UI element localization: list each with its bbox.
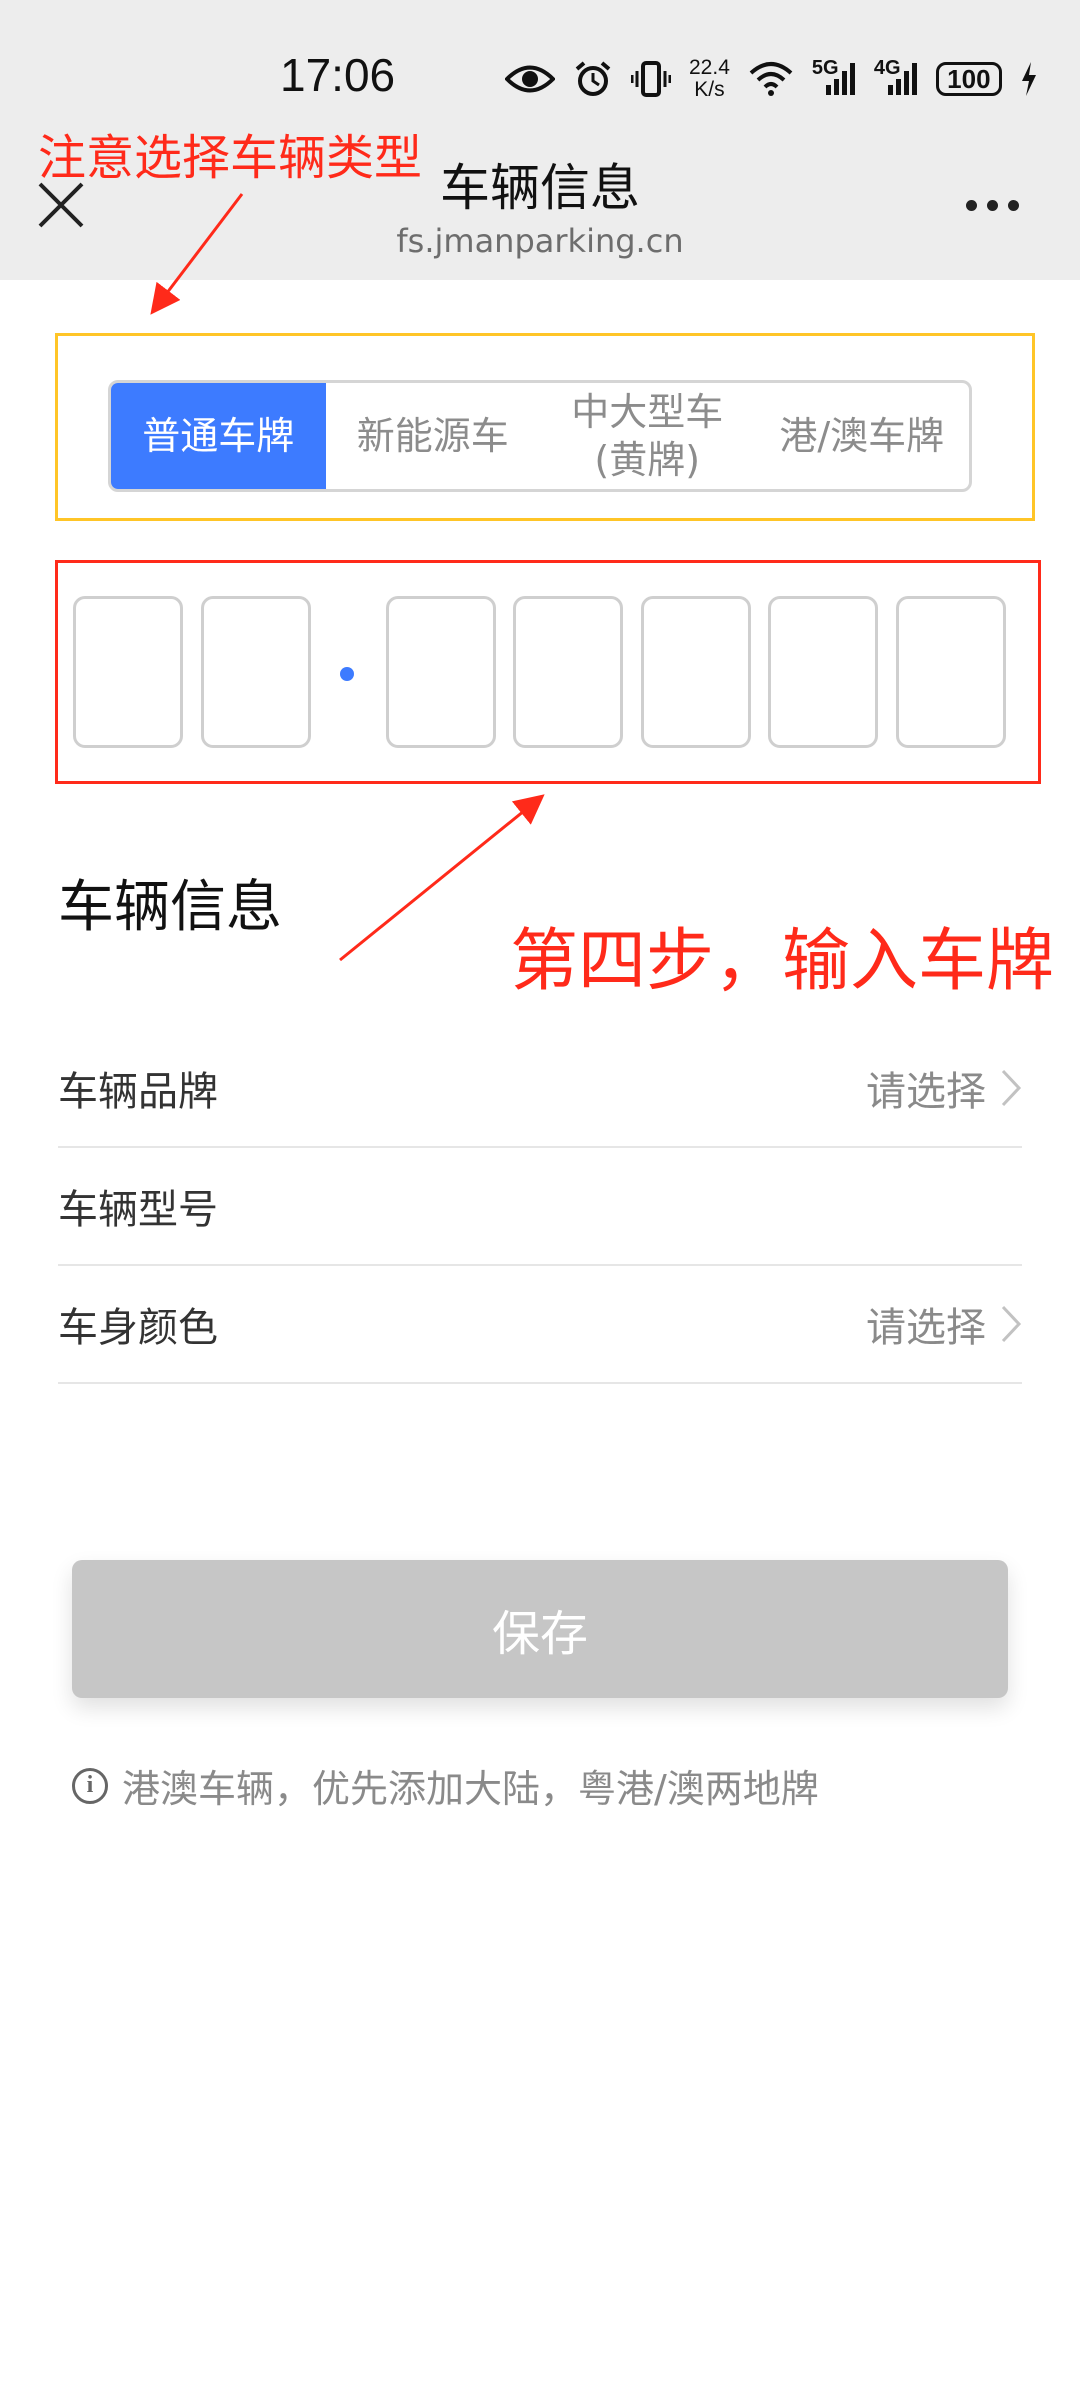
save-button[interactable]: 保存	[72, 1560, 1008, 1698]
tip-note: i 港澳车辆，优先添加大陆，粤港/澳两地牌	[72, 1758, 819, 1813]
tip-text: 港澳车辆，优先添加大陆，粤港/澳两地牌	[122, 1767, 819, 1811]
color-placeholder: 请选择	[866, 1305, 986, 1351]
plate-type-selector: 普通车牌 新能源车 中大型车 (黄牌) 港/澳车牌	[108, 380, 972, 492]
speed-unit: K/s	[694, 78, 725, 101]
color-row[interactable]: 车身颜色 请选择	[58, 1266, 1022, 1384]
network-5g-label: 5G	[811, 57, 839, 79]
signal-4g-icon: 4G	[874, 57, 918, 97]
signal-5g-icon: 5G	[812, 57, 856, 97]
section-title: 车辆信息	[58, 875, 282, 940]
tab-large-vehicle[interactable]: 中大型车 (黄牌)	[540, 383, 755, 489]
page-url: fs.jmanparking.cn	[396, 222, 684, 260]
model-row[interactable]: 车辆型号	[58, 1148, 1022, 1266]
plate-char-input-3[interactable]	[386, 596, 496, 748]
vibrate-icon	[631, 59, 671, 99]
brand-select[interactable]: 请选择	[866, 1059, 1022, 1117]
wifi-icon	[748, 61, 794, 97]
tab-label-line1: 中大型车	[571, 390, 724, 434]
battery-icon: 100	[935, 62, 1002, 96]
plate-char-input-6[interactable]	[768, 596, 878, 748]
more-dot	[987, 200, 998, 211]
tab-label: 港/澳车牌	[779, 414, 945, 458]
alarm-icon	[573, 59, 613, 99]
brand-row[interactable]: 车辆品牌 请选择	[58, 1030, 1022, 1148]
plate-char-input-2[interactable]	[201, 596, 311, 748]
more-dot	[966, 200, 977, 211]
info-icon: i	[72, 1767, 108, 1804]
tab-label-line2: (黄牌)	[594, 438, 701, 482]
brand-label: 车辆品牌	[58, 1069, 218, 1115]
brand-placeholder: 请选择	[866, 1069, 986, 1115]
battery-level: 100	[947, 63, 991, 94]
plate-char-input-1[interactable]	[73, 596, 183, 748]
charging-icon	[1020, 61, 1038, 97]
chevron-right-icon	[1001, 1069, 1022, 1107]
color-label: 车身颜色	[58, 1305, 218, 1351]
status-icons: 22.4 K/s 5G 4G 100	[505, 52, 1038, 106]
chevron-right-icon	[1001, 1305, 1022, 1343]
plate-char-input-7[interactable]	[896, 596, 1006, 748]
tab-new-energy[interactable]: 新能源车	[326, 383, 541, 489]
plate-char-input-4[interactable]	[513, 596, 623, 748]
speed-value: 22.4	[689, 56, 730, 79]
annotation-step-four: 第四步，输入车牌	[510, 922, 1055, 1001]
tab-label: 新能源车	[356, 414, 509, 458]
annotation-select-type: 注意选择车辆类型	[38, 130, 423, 186]
eye-icon	[505, 62, 555, 96]
status-time: 17:06	[280, 49, 396, 101]
tab-label: 普通车牌	[142, 414, 295, 458]
plate-separator-dot	[340, 667, 354, 681]
more-dot	[1008, 200, 1019, 211]
more-menu-button[interactable]	[966, 200, 1019, 211]
color-select[interactable]: 请选择	[866, 1295, 1022, 1353]
network-speed: 22.4 K/s	[689, 57, 730, 101]
model-label: 车辆型号	[58, 1187, 218, 1233]
plate-char-input-5[interactable]	[641, 596, 751, 748]
tab-regular-plate[interactable]: 普通车牌	[111, 383, 326, 489]
network-4g-label: 4G	[873, 57, 901, 79]
tab-hk-macau-plate[interactable]: 港/澳车牌	[755, 383, 970, 489]
